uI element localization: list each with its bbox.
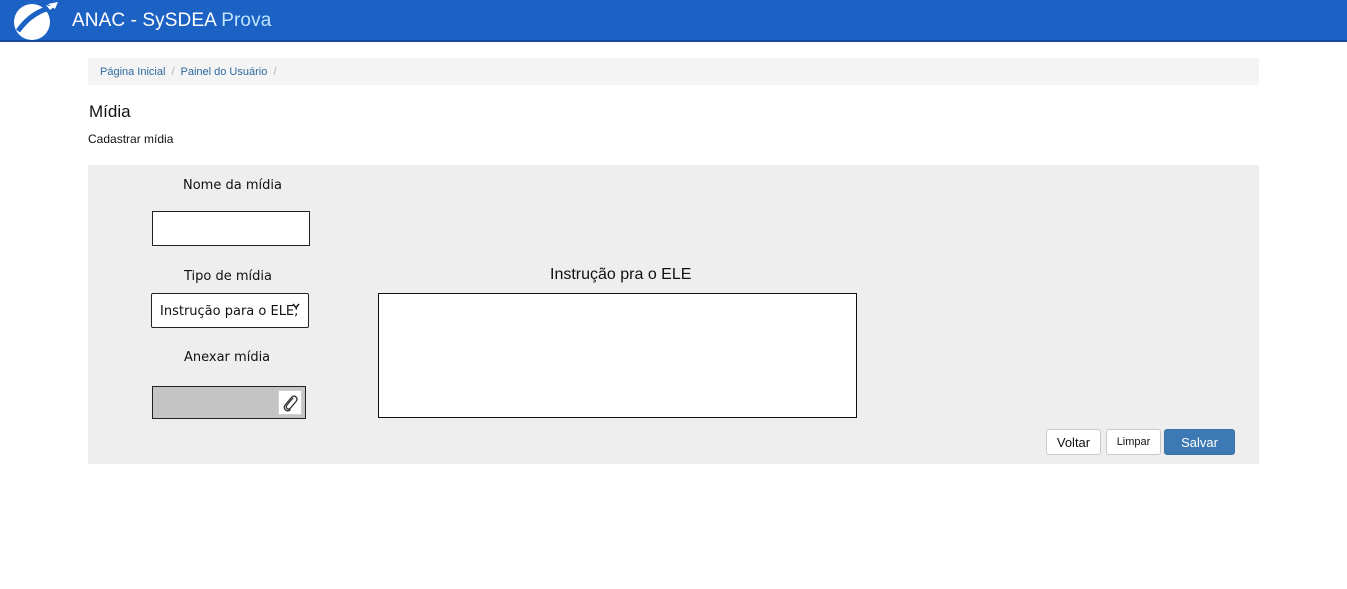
media-type-select[interactable]: Instrução para o ELE; (151, 293, 309, 328)
media-form-panel: Nome da mídia Tipo de mídia Instrução pa… (88, 165, 1259, 464)
breadcrumb-user-panel-link[interactable]: Painel do Usuário (181, 66, 268, 78)
media-preview-area (378, 293, 857, 418)
back-button[interactable]: Voltar (1046, 429, 1101, 455)
media-type-label: Tipo de mídia (184, 269, 272, 284)
clear-button[interactable]: Limpar (1106, 429, 1161, 455)
app-title: ANAC - SySDEA Prova (72, 10, 271, 32)
save-button[interactable]: Salvar (1164, 429, 1235, 455)
page-title: Mídia (89, 102, 131, 121)
media-name-label: Nome da mídia (183, 178, 282, 193)
attach-media-input[interactable] (152, 386, 306, 419)
app-mode-label: Prova (221, 10, 272, 31)
page-subtitle: Cadastrar mídia (88, 132, 174, 146)
breadcrumb-separator: / (171, 66, 175, 78)
paperclip-icon[interactable] (278, 390, 302, 415)
anac-logo-icon[interactable] (10, 1, 60, 41)
breadcrumb: Página Inicial / Painel do Usuário / (88, 58, 1259, 85)
attach-media-label: Anexar mídia (184, 350, 271, 365)
top-header-bar: ANAC - SySDEA Prova (0, 0, 1347, 42)
media-name-input[interactable] (152, 211, 310, 246)
breadcrumb-separator: / (273, 66, 277, 78)
app-name: ANAC - SySDEA (72, 10, 216, 31)
media-type-selected-value: Instrução para o ELE; (160, 304, 299, 319)
media-preview-title: Instrução pra o ELE (550, 266, 692, 283)
chevron-down-icon (292, 302, 300, 312)
breadcrumb-home-link[interactable]: Página Inicial (100, 66, 165, 78)
